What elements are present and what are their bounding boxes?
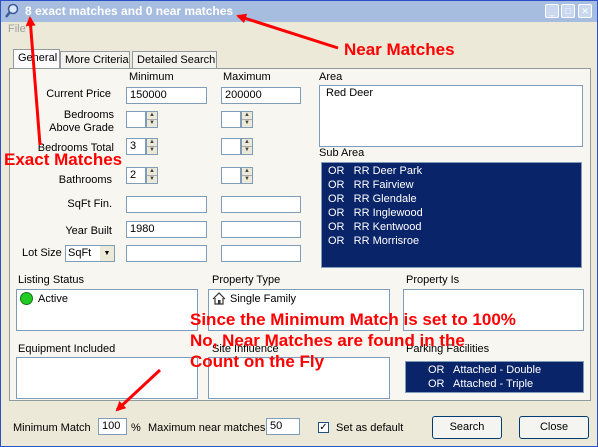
exact-matches-annotation: Exact Matches <box>4 150 123 169</box>
minimum-match-arrow <box>115 368 162 412</box>
near-matches-arrow <box>236 13 339 50</box>
annotation-arrows <box>25 13 339 412</box>
exact-matches-arrow <box>25 16 42 146</box>
near-matches-annotation: Near Matches <box>344 40 455 59</box>
note-line-3: Count on the Fly <box>190 352 325 371</box>
note-line-1: Since the Minimum Match is set to 100% <box>190 310 516 329</box>
note-line-2: No, Near Matches are found in the <box>190 331 465 350</box>
